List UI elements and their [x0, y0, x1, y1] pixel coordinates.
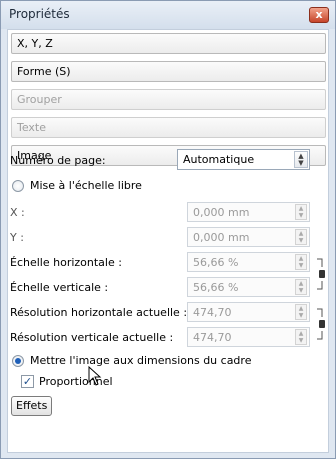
section-shape[interactable]: Forme (S)	[11, 61, 326, 82]
hscale-value: 56,66 %	[193, 256, 239, 269]
close-button[interactable]: x	[309, 7, 329, 23]
vscale-value: 56,66 %	[193, 281, 239, 294]
page-number-select[interactable]: Automatique ▲ ▼	[177, 149, 310, 170]
spin-arrows-icon[interactable]: ▲ ▼	[295, 229, 307, 245]
y-input[interactable]: 0,000 mm ▲ ▼	[187, 227, 310, 247]
hres-value: 474,70	[193, 306, 232, 319]
title-bar[interactable]: Propriétés x	[1, 1, 335, 29]
vres-label: Résolution verticale actuelle :	[10, 331, 174, 344]
hscale-label: Échelle horizontale :	[10, 256, 122, 269]
x-input[interactable]: 0,000 mm ▲ ▼	[187, 202, 310, 222]
properties-panel: X, Y, Z Forme (S) Grouper Texte Image Nu…	[7, 29, 329, 453]
spin-arrows-icon[interactable]: ▲ ▼	[295, 329, 307, 345]
chain-link-icon[interactable]	[316, 256, 326, 292]
y-value: 0,000 mm	[193, 231, 250, 244]
page-number-label: Numéro de page:	[10, 154, 106, 167]
properties-window: Propriétés x X, Y, Z Forme (S) Grouper T…	[0, 0, 336, 459]
x-label: X :	[10, 206, 25, 219]
section-group[interactable]: Grouper	[11, 89, 326, 110]
free-scale-label: Mise à l'échelle libre	[30, 179, 142, 192]
window-title: Propriétés	[9, 7, 70, 21]
free-scale-radio[interactable]	[12, 180, 24, 192]
fit-frame-label: Mettre l'image aux dimensions du cadre	[30, 354, 252, 367]
vres-value: 474,70	[193, 331, 232, 344]
spin-arrows-icon[interactable]: ▲ ▼	[294, 151, 308, 168]
section-xyz[interactable]: X, Y, Z	[11, 33, 326, 54]
section-text[interactable]: Texte	[11, 117, 326, 138]
proportional-checkbox[interactable]: ✓	[21, 375, 34, 388]
vscale-label: Échelle verticale :	[10, 281, 109, 294]
hscale-input[interactable]: 56,66 % ▲ ▼	[187, 252, 310, 272]
close-icon: x	[315, 8, 323, 21]
spin-arrows-icon[interactable]: ▲ ▼	[295, 279, 307, 295]
vres-input[interactable]: 474,70 ▲ ▼	[187, 327, 310, 347]
y-label: Y :	[10, 231, 24, 244]
vscale-input[interactable]: 56,66 % ▲ ▼	[187, 277, 310, 297]
fit-frame-radio[interactable]	[12, 355, 24, 367]
chain-link-icon[interactable]	[316, 306, 326, 342]
effects-button[interactable]: Effets	[11, 396, 53, 416]
x-value: 0,000 mm	[193, 206, 250, 219]
spin-arrows-icon[interactable]: ▲ ▼	[295, 204, 307, 220]
spin-arrows-icon[interactable]: ▲ ▼	[295, 304, 307, 320]
page-number-value: Automatique	[183, 153, 255, 166]
hres-label: Résolution horizontale actuelle :	[10, 306, 188, 319]
hres-input[interactable]: 474,70 ▲ ▼	[187, 302, 310, 322]
spin-arrows-icon[interactable]: ▲ ▼	[295, 254, 307, 270]
mouse-pointer-icon	[88, 366, 102, 386]
